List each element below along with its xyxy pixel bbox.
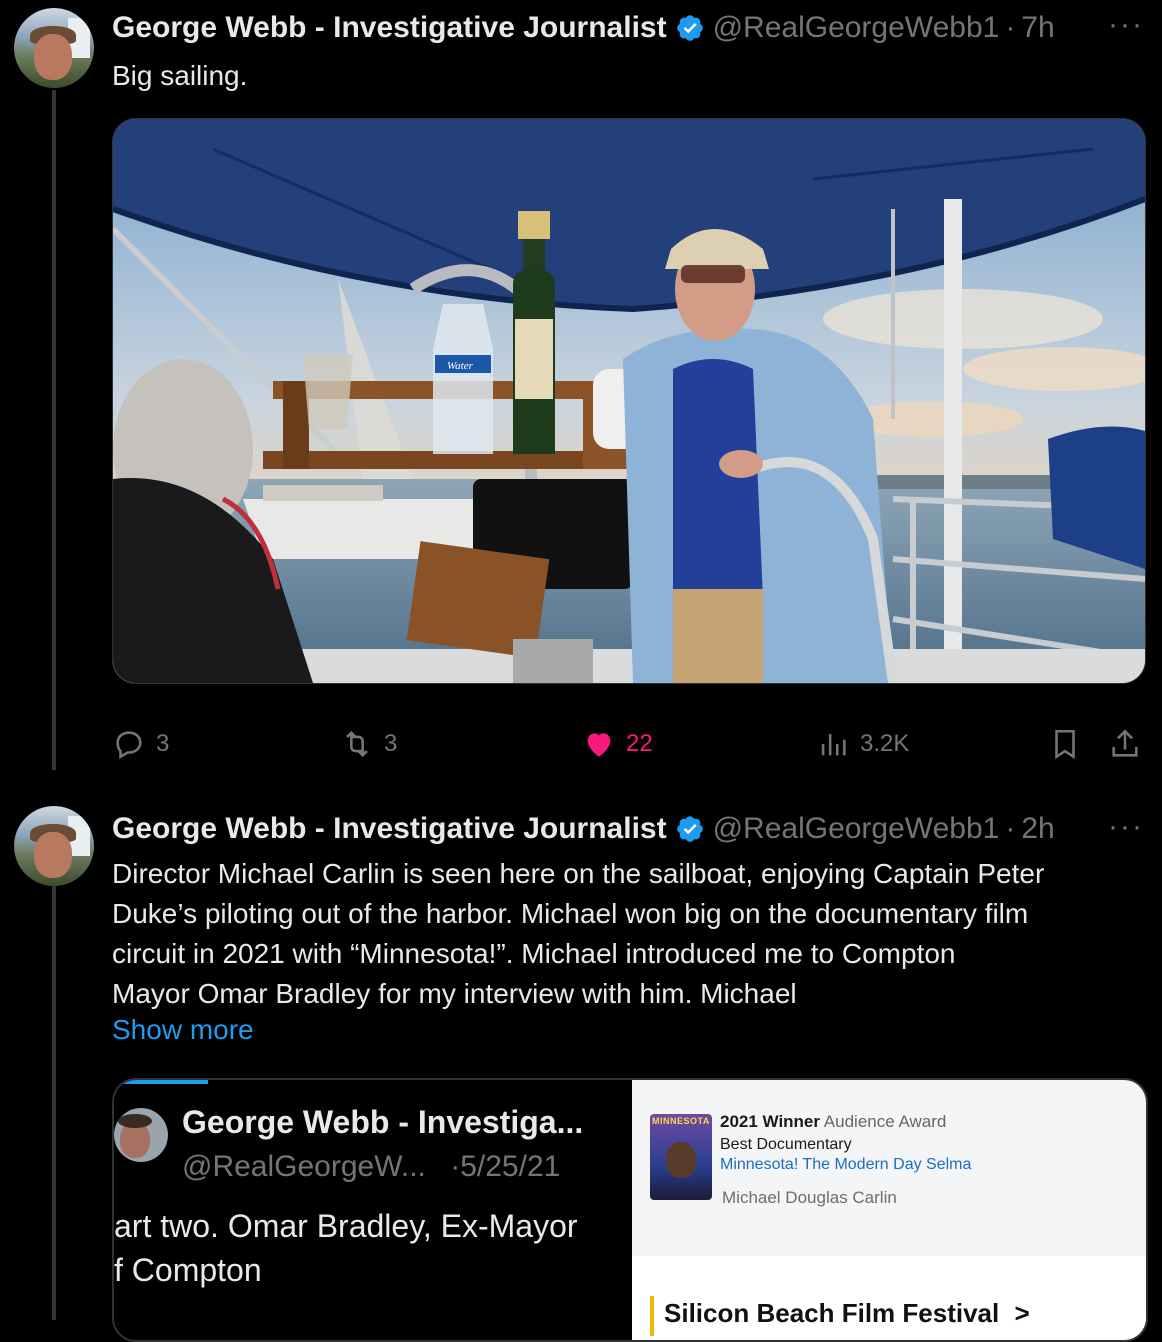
avatar <box>114 1108 168 1162</box>
tweet-text-line: Director Michael Carlin is seen here on … <box>112 858 1045 889</box>
author-handle[interactable]: @RealGeorgeWebb1 <box>713 812 1000 846</box>
embedded-text-line: f Compton <box>114 1252 262 1288</box>
tweet-text: Director Michael Carlin is seen here on … <box>112 854 1044 1014</box>
film-poster: MINNESOTA <box>650 1114 712 1200</box>
retweet-icon <box>346 730 368 758</box>
tweet-header: George Webb - Investigative Journalist @… <box>112 10 1055 46</box>
views-button[interactable]: 3.2K <box>816 724 909 764</box>
bookmark-button[interactable] <box>1048 724 1082 764</box>
winner-year: 2021 Winner <box>720 1112 820 1131</box>
more-icon[interactable]: ··· <box>1108 810 1144 844</box>
award-name: Audience Award <box>823 1112 947 1131</box>
reply-button[interactable]: 3 <box>112 724 169 764</box>
film-title-link[interactable]: Minnesota! The Modern Day Selma <box>720 1156 971 1174</box>
water-label: Water <box>447 360 474 372</box>
retweet-count: 3 <box>384 730 398 757</box>
show-more-link[interactable]: Show more <box>112 1014 254 1046</box>
festival-link[interactable]: Silicon Beach Film Festival > <box>664 1298 1030 1329</box>
embedded-author-name: George Webb - Investiga... <box>182 1104 584 1140</box>
author-name[interactable]: George Webb - Investigative Journalist <box>112 11 667 45</box>
reply-icon <box>116 731 142 760</box>
share-icon <box>1112 729 1138 757</box>
avatar[interactable] <box>14 806 94 886</box>
views-count: 3.2K <box>860 730 910 757</box>
tweet-text: Big sailing. <box>112 60 248 91</box>
tweet-text-line: Duke’s piloting out of the harbor. Micha… <box>112 898 1029 929</box>
attached-media-card[interactable]: George Webb - Investiga... @RealGeorgeW.… <box>112 1078 1148 1342</box>
author-name[interactable]: George Webb - Investigative Journalist <box>112 812 667 846</box>
like-button[interactable]: 22 <box>582 724 653 764</box>
like-count: 22 <box>626 730 653 757</box>
festival-name: Silicon Beach Film Festival <box>664 1298 1000 1328</box>
separator-dot: · <box>1005 11 1016 44</box>
tweet-actions: 3 3 22 3.2K <box>112 724 1152 764</box>
embedded-text-line: art two. Omar Bradley, Ex-Mayor <box>114 1208 578 1244</box>
author-handle[interactable]: @RealGeorgeWebb1 <box>713 11 1000 45</box>
share-button[interactable] <box>1108 724 1142 764</box>
separator-dot: · <box>1005 812 1016 845</box>
tweet-text-line: circuit in 2021 with “Minnesota!”. Micha… <box>112 938 956 969</box>
timestamp[interactable]: 2h <box>1021 812 1054 846</box>
thread-connector <box>52 880 56 1320</box>
verified-badge-icon <box>676 15 703 41</box>
embedded-handle: @RealGeorgeW... <box>182 1150 426 1183</box>
embedded-date: ·5/25/21 <box>450 1150 561 1183</box>
sailboat-photo: Water <box>113 119 1145 683</box>
director-name: Michael Douglas Carlin <box>722 1188 897 1207</box>
festival-accent-bar <box>650 1296 654 1336</box>
award-card: MINNESOTA 2021 Winner Audience Award Bes… <box>632 1080 1146 1340</box>
embedded-tweet-screenshot: George Webb - Investiga... @RealGeorgeW.… <box>114 1080 632 1340</box>
reply-count: 3 <box>156 730 170 757</box>
heart-icon <box>587 733 611 757</box>
media-progress-bar <box>114 1080 208 1084</box>
poster-title: MINNESOTA <box>652 1116 710 1126</box>
retweet-button[interactable]: 3 <box>340 724 397 764</box>
verified-badge-icon <box>676 816 703 842</box>
chevron-right-icon: > <box>1014 1298 1030 1328</box>
tweet-photo[interactable]: Water <box>112 118 1146 684</box>
timestamp[interactable]: 7h <box>1021 11 1054 45</box>
avatar[interactable] <box>14 8 94 88</box>
more-icon[interactable]: ··· <box>1108 8 1144 42</box>
thread-connector <box>52 90 56 770</box>
views-icon <box>821 734 846 756</box>
award-category: Best Documentary <box>720 1136 852 1153</box>
tweet-header: George Webb - Investigative Journalist @… <box>112 811 1055 847</box>
bookmark-icon <box>1055 729 1075 760</box>
festival-section: Silicon Beach Film Festival > <box>632 1256 1146 1340</box>
tweet-text-line: Mayor Omar Bradley for my interview with… <box>112 978 797 1009</box>
